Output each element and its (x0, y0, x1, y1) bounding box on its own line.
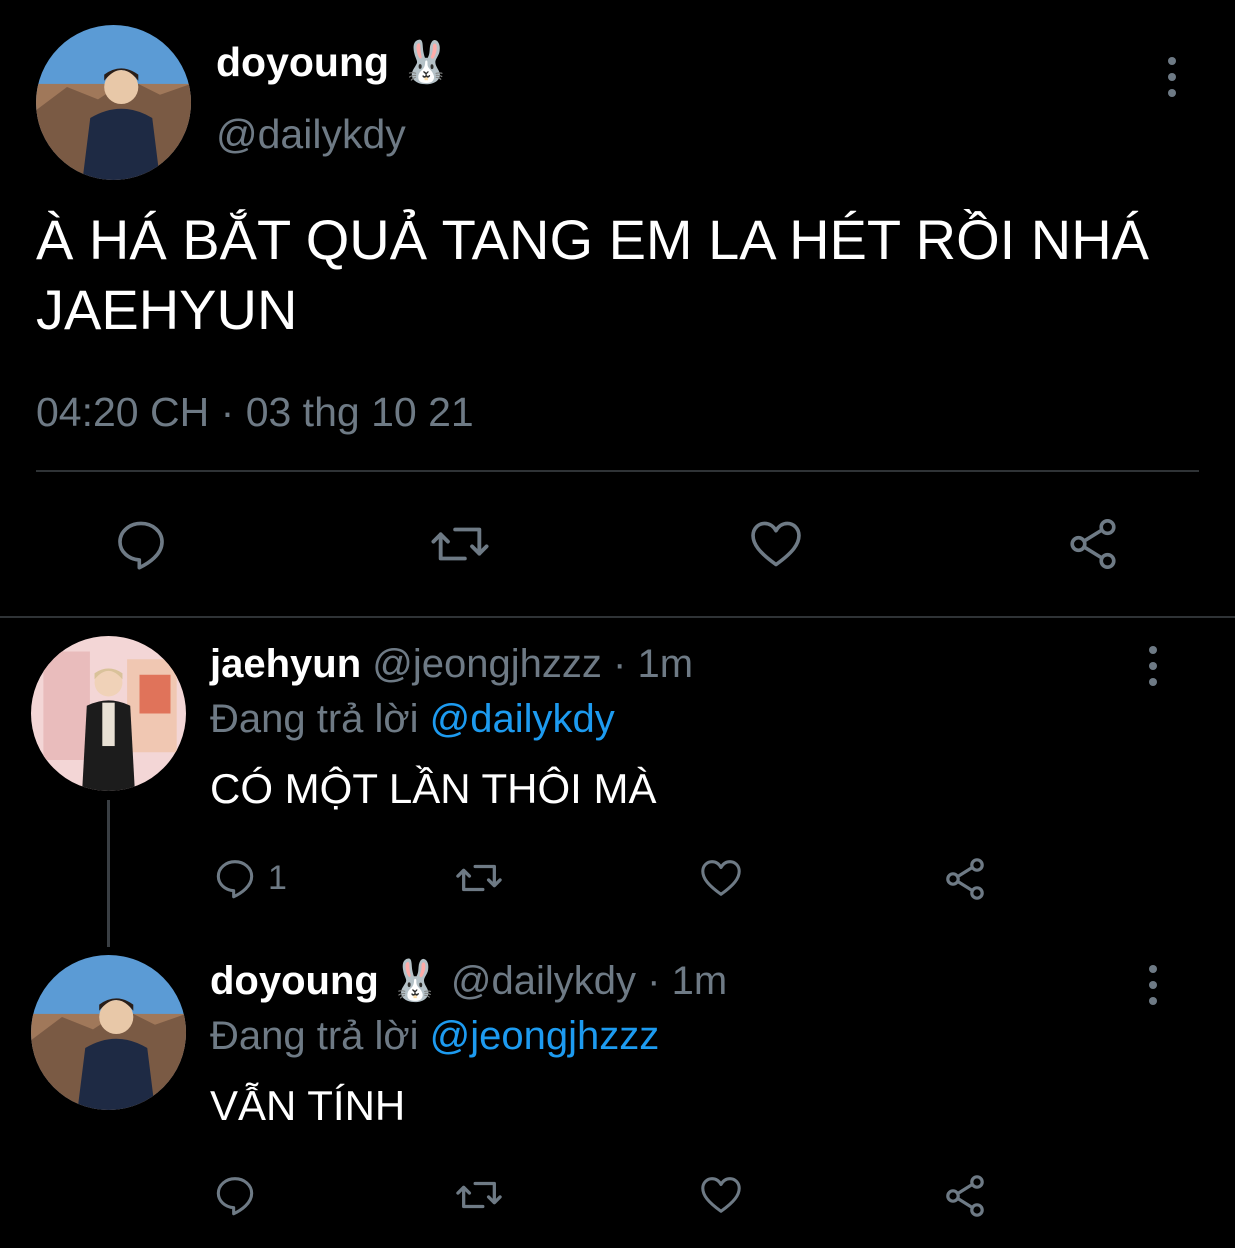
avatar-jaehyun[interactable] (31, 636, 186, 791)
tweet-timestamp[interactable]: 04:20 CH · 03 thg 10 21 (36, 388, 474, 436)
reply-button[interactable] (212, 1172, 258, 1218)
replying-to-link[interactable]: @jeongjhzzz (430, 1014, 660, 1058)
separator: · (220, 389, 235, 435)
reply-icon (216, 1177, 254, 1216)
reply-text: VẪN TÍNH (210, 1082, 406, 1129)
share-button[interactable] (941, 855, 989, 903)
avatar-doyoung[interactable] (31, 955, 186, 1110)
reply-count: 1 (268, 859, 287, 897)
tweet-text-line-1: À HÁ BẮT QUẢ TANG EM LA HÉT RỒI NHÁ (36, 208, 1149, 271)
tweet-text: À HÁ BẮT QUẢ TANG EM LA HÉT RỒI NHÁ JAEH… (36, 205, 1149, 345)
tweet-date: 03 thg 10 21 (245, 389, 474, 435)
rabbit-emoji-icon: 🐰 (400, 39, 452, 85)
handle[interactable]: @dailykdy (216, 110, 406, 158)
heart-icon (751, 521, 801, 567)
avatar-image (31, 636, 186, 791)
like-button[interactable] (696, 855, 746, 901)
avatar-image (31, 955, 186, 1110)
heart-icon (701, 1177, 741, 1213)
like-button[interactable] (696, 1172, 746, 1218)
replying-to-label: Đang trả lời (210, 1014, 419, 1058)
share-icon (946, 1175, 984, 1217)
reply-header: jaehyun @jeongjhzzz · 1m (210, 641, 693, 687)
separator: · (647, 959, 661, 1003)
retweet-icon (431, 527, 489, 561)
like-button[interactable] (746, 515, 806, 573)
display-name-text: doyoung (216, 39, 390, 85)
share-button[interactable] (941, 1172, 989, 1220)
more-options-icon[interactable] (1147, 965, 1159, 1005)
replying-to: Đang trả lời @dailykdy (210, 696, 615, 742)
reply-button[interactable] (112, 515, 170, 573)
retweet-icon (456, 1181, 502, 1209)
tweet-time: 04:20 CH (36, 389, 210, 435)
reply-time[interactable]: 1m (672, 959, 728, 1003)
share-icon (1070, 518, 1116, 570)
retweet-icon (456, 864, 502, 892)
section-divider (0, 616, 1235, 618)
thread-line (107, 800, 110, 947)
share-icon (946, 858, 984, 900)
retweet-button[interactable] (428, 515, 492, 573)
tweet-text-line-2: JAEHYUN (36, 278, 298, 341)
more-options-icon[interactable] (1166, 57, 1178, 97)
retweet-button[interactable] (453, 855, 505, 901)
more-options-icon[interactable] (1147, 646, 1159, 686)
reply-icon (216, 860, 254, 899)
rabbit-emoji-icon: 🐰 (389, 959, 440, 1003)
replying-to: Đang trả lời @jeongjhzzz (210, 1013, 659, 1059)
share-button[interactable] (1064, 515, 1122, 573)
reply-icon (118, 521, 164, 570)
display-name[interactable]: jaehyun (210, 642, 361, 686)
display-name[interactable]: doyoung (210, 959, 379, 1003)
heart-icon (701, 860, 741, 896)
divider (36, 470, 1199, 472)
avatar-doyoung-main[interactable] (36, 25, 191, 180)
retweet-button[interactable] (453, 1172, 505, 1218)
reply-header: doyoung 🐰 @dailykdy · 1m (210, 958, 727, 1004)
replying-to-link[interactable]: @dailykdy (430, 697, 615, 741)
reply-text: CÓ MỘT LẦN THÔI MÀ (210, 765, 657, 812)
replying-to-label: Đang trả lời (210, 697, 419, 741)
display-name[interactable]: doyoung 🐰 (216, 38, 452, 86)
handle[interactable]: @dailykdy (451, 959, 636, 1003)
handle[interactable]: @jeongjhzzz (372, 642, 602, 686)
reply-time[interactable]: 1m (637, 642, 693, 686)
avatar-image (36, 25, 191, 180)
separator: · (613, 642, 627, 686)
reply-button[interactable]: 1 (212, 855, 287, 901)
